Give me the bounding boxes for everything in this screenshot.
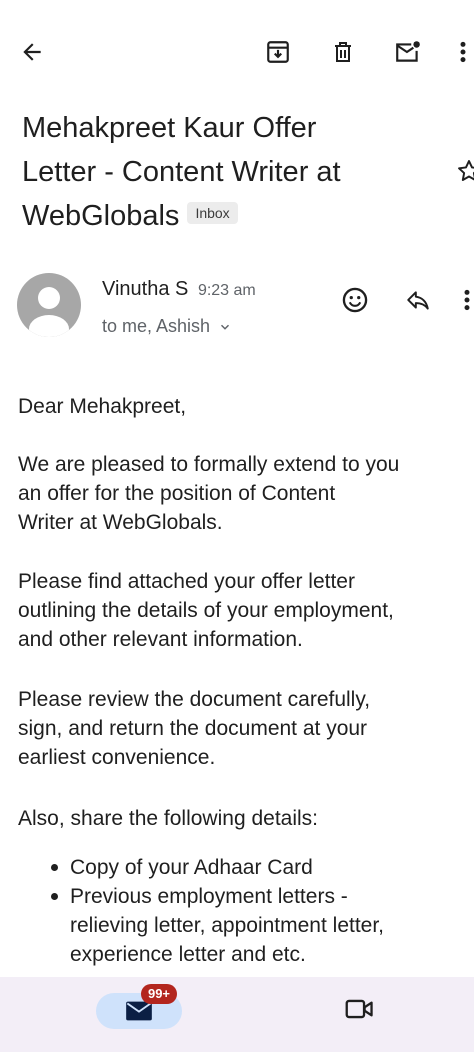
greeting-text: Dear Mehakpreet, — [18, 395, 187, 418]
unread-count-badge: 99+ — [141, 984, 177, 1004]
more-vert-icon — [460, 41, 466, 63]
subject-line-1: Mehakpreet Kaur Offer — [22, 112, 317, 144]
meet-tab[interactable] — [345, 997, 375, 1026]
list-item-line-2: relieving letter, appointment letter, — [70, 914, 385, 937]
add-reaction-button[interactable] — [341, 286, 369, 319]
list-item-line-1: Previous employment letters - — [70, 885, 348, 908]
paragraph-3-line-3: earliest convenience. — [18, 746, 216, 769]
chevron-down-icon — [221, 324, 230, 330]
inbox-label-chip[interactable]: Inbox — [187, 202, 238, 225]
message-more-button[interactable] — [462, 287, 472, 318]
arrow-left-icon — [23, 43, 41, 61]
paragraph-1-line-1: We are pleased to formally extend to you — [18, 453, 400, 476]
paragraph-1: We are pleased to formally extend to you… — [18, 450, 474, 537]
paragraph-2-line-3: and other relevant information. — [18, 628, 303, 651]
list-item: Previous employment letters - relieving … — [18, 882, 474, 969]
email-subject: Mehakpreet Kaur Offer Letter - Content W… — [22, 106, 422, 238]
paragraph-3-line-1: Please review the document carefully, — [18, 688, 371, 711]
sender-name[interactable]: Vinutha S — [102, 278, 188, 300]
reply-button[interactable] — [404, 288, 432, 319]
list-item-line-3: experience letter and etc. — [70, 943, 306, 966]
subject-line-3: WebGlobals — [22, 200, 180, 232]
delete-button[interactable] — [327, 36, 359, 68]
archive-icon — [267, 41, 289, 63]
emoji-icon — [342, 287, 368, 313]
star-icon — [458, 160, 474, 181]
sender-avatar[interactable] — [17, 273, 81, 337]
recipients-text: to me, Ashish — [102, 316, 211, 336]
paragraph-3-line-2: sign, and return the document at your — [18, 717, 368, 740]
sender-line: Vinutha S 9:23 am — [102, 278, 256, 301]
paragraph-2-line-2: outlining the details of your employment… — [18, 599, 394, 622]
subject-line-2: Letter - Content Writer at — [22, 156, 341, 188]
reply-icon — [407, 291, 429, 310]
mark-unread-button[interactable] — [392, 36, 424, 68]
recipients-toggle[interactable]: to me, Ashish — [102, 316, 232, 337]
archive-button[interactable] — [262, 36, 294, 68]
bottom-navigation: 99+ — [0, 977, 474, 1052]
more-options-button[interactable] — [452, 36, 474, 68]
paragraph-1-line-2: an offer for the position of Content — [18, 482, 336, 505]
paragraph-1-line-3: Writer at WebGlobals. — [18, 511, 223, 534]
more-vert-icon — [464, 289, 470, 311]
paragraph-2: Please find attached your offer letter o… — [18, 567, 474, 654]
paragraph-4: Also, share the following details: — [18, 804, 474, 833]
message-time: 9:23 am — [197, 282, 256, 299]
paragraph-2-line-1: Please find attached your offer letter — [18, 570, 355, 593]
list-item: Copy of your Adhaar Card — [18, 853, 474, 882]
list-item-text: Copy of your Adhaar Card — [70, 856, 313, 879]
paragraph-3: Please review the document carefully, si… — [18, 685, 474, 772]
details-list: Copy of your Adhaar Card Previous employ… — [18, 853, 474, 969]
greeting: Dear Mehakpreet, — [18, 392, 474, 421]
video-icon — [345, 999, 373, 1019]
person-icon — [29, 287, 69, 337]
trash-icon — [335, 42, 351, 62]
paragraph-4-text: Also, share the following details: — [18, 807, 318, 830]
back-button[interactable] — [16, 36, 48, 68]
star-button[interactable] — [456, 158, 474, 189]
mail-unread-icon — [396, 41, 420, 62]
